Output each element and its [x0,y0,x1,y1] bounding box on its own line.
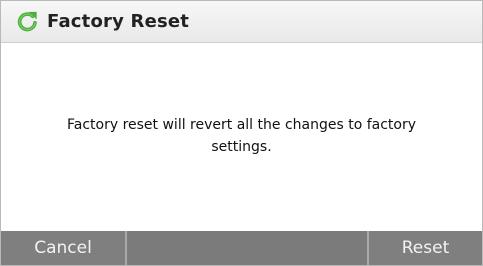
reset-arrow-icon [14,9,40,35]
reset-message: Factory reset will revert all the change… [66,117,417,155]
button-bar-spacer [127,231,367,265]
factory-reset-dialog: Factory Reset Factory reset will revert … [0,0,483,266]
dialog-title-bar: Factory Reset [1,1,482,43]
dialog-body: Factory reset will revert all the change… [1,43,482,229]
dialog-title: Factory Reset [47,11,190,32]
reset-button[interactable]: Reset [367,231,482,265]
cancel-button[interactable]: Cancel [1,231,127,265]
dialog-button-bar: Cancel Reset [1,231,482,265]
